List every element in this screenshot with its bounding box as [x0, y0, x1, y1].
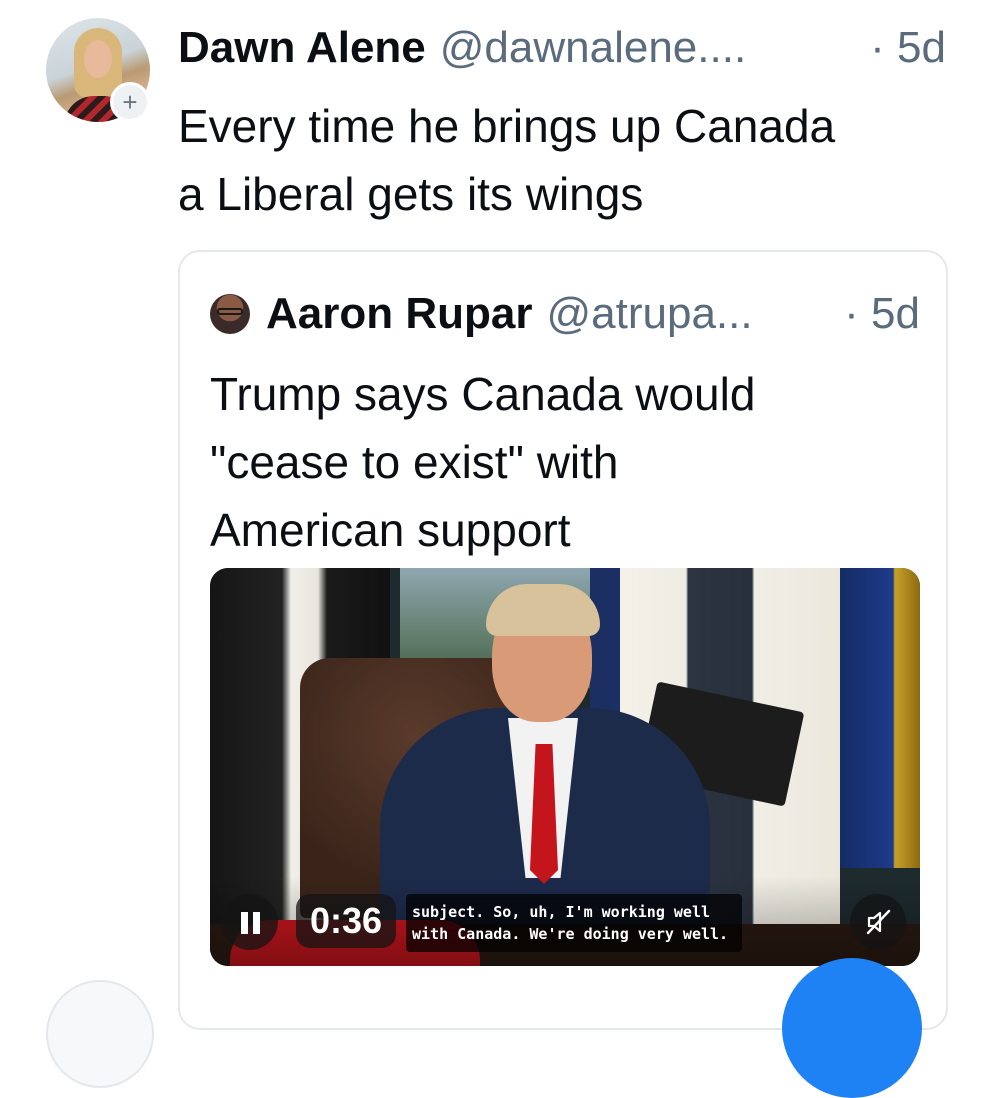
video-captions: subject. So, uh, I'm working well with C…	[406, 894, 742, 952]
quoted-text-line: Trump says Canada would	[210, 368, 756, 420]
avatar-face	[84, 40, 112, 78]
follow-plus-icon[interactable]: +	[110, 82, 150, 122]
quoted-author-handle[interactable]: @atrupa...	[546, 289, 752, 338]
pause-icon-bar	[253, 912, 260, 934]
next-post-avatar[interactable]	[46, 980, 154, 1088]
quoted-post-body: Trump says Canada would "cease to exist"…	[210, 360, 910, 564]
quoted-text-line: American support	[210, 504, 571, 556]
quoted-text-line: "cease to exist" with	[210, 436, 619, 488]
compose-fab-button[interactable]	[782, 958, 922, 1098]
video-scene-speaker-hair	[486, 584, 600, 636]
quoted-author-avatar[interactable]	[210, 294, 250, 334]
post-text-line: Every time he brings up Canada	[178, 100, 836, 152]
pause-button[interactable]	[222, 894, 278, 950]
video-elapsed-time: 0:36	[296, 894, 397, 948]
video-scene-flag	[830, 568, 920, 868]
quoted-author-name[interactable]: Aaron Rupar	[266, 289, 532, 338]
post-timestamp[interactable]: · 5d	[870, 22, 946, 74]
muted-speaker-icon	[866, 909, 891, 935]
author-name[interactable]: Dawn Alene	[178, 23, 426, 72]
video-player[interactable]: 0:36 subject. So, uh, I'm working well w…	[210, 568, 920, 966]
quoted-post-timestamp[interactable]: · 5d	[844, 288, 920, 340]
caption-line: with Canada. We're doing very well.	[412, 925, 729, 943]
quoted-post-header: Aaron Rupar @atrupa... · 5d	[266, 288, 920, 340]
glasses-icon	[217, 308, 243, 315]
author-handle[interactable]: @dawnalene....	[440, 23, 746, 72]
post-text-line: a Liberal gets its wings	[178, 168, 644, 220]
caption-line: subject. So, uh, I'm working well	[412, 903, 711, 921]
post-body: Every time he brings up Canada a Liberal…	[178, 92, 968, 228]
mute-toggle-button[interactable]	[850, 894, 906, 950]
post-header: Dawn Alene @dawnalene.... · 5d	[178, 22, 968, 74]
quoted-post-card[interactable]: Aaron Rupar @atrupa... · 5d Trump says Ca…	[178, 250, 948, 1030]
pause-icon	[241, 912, 248, 934]
